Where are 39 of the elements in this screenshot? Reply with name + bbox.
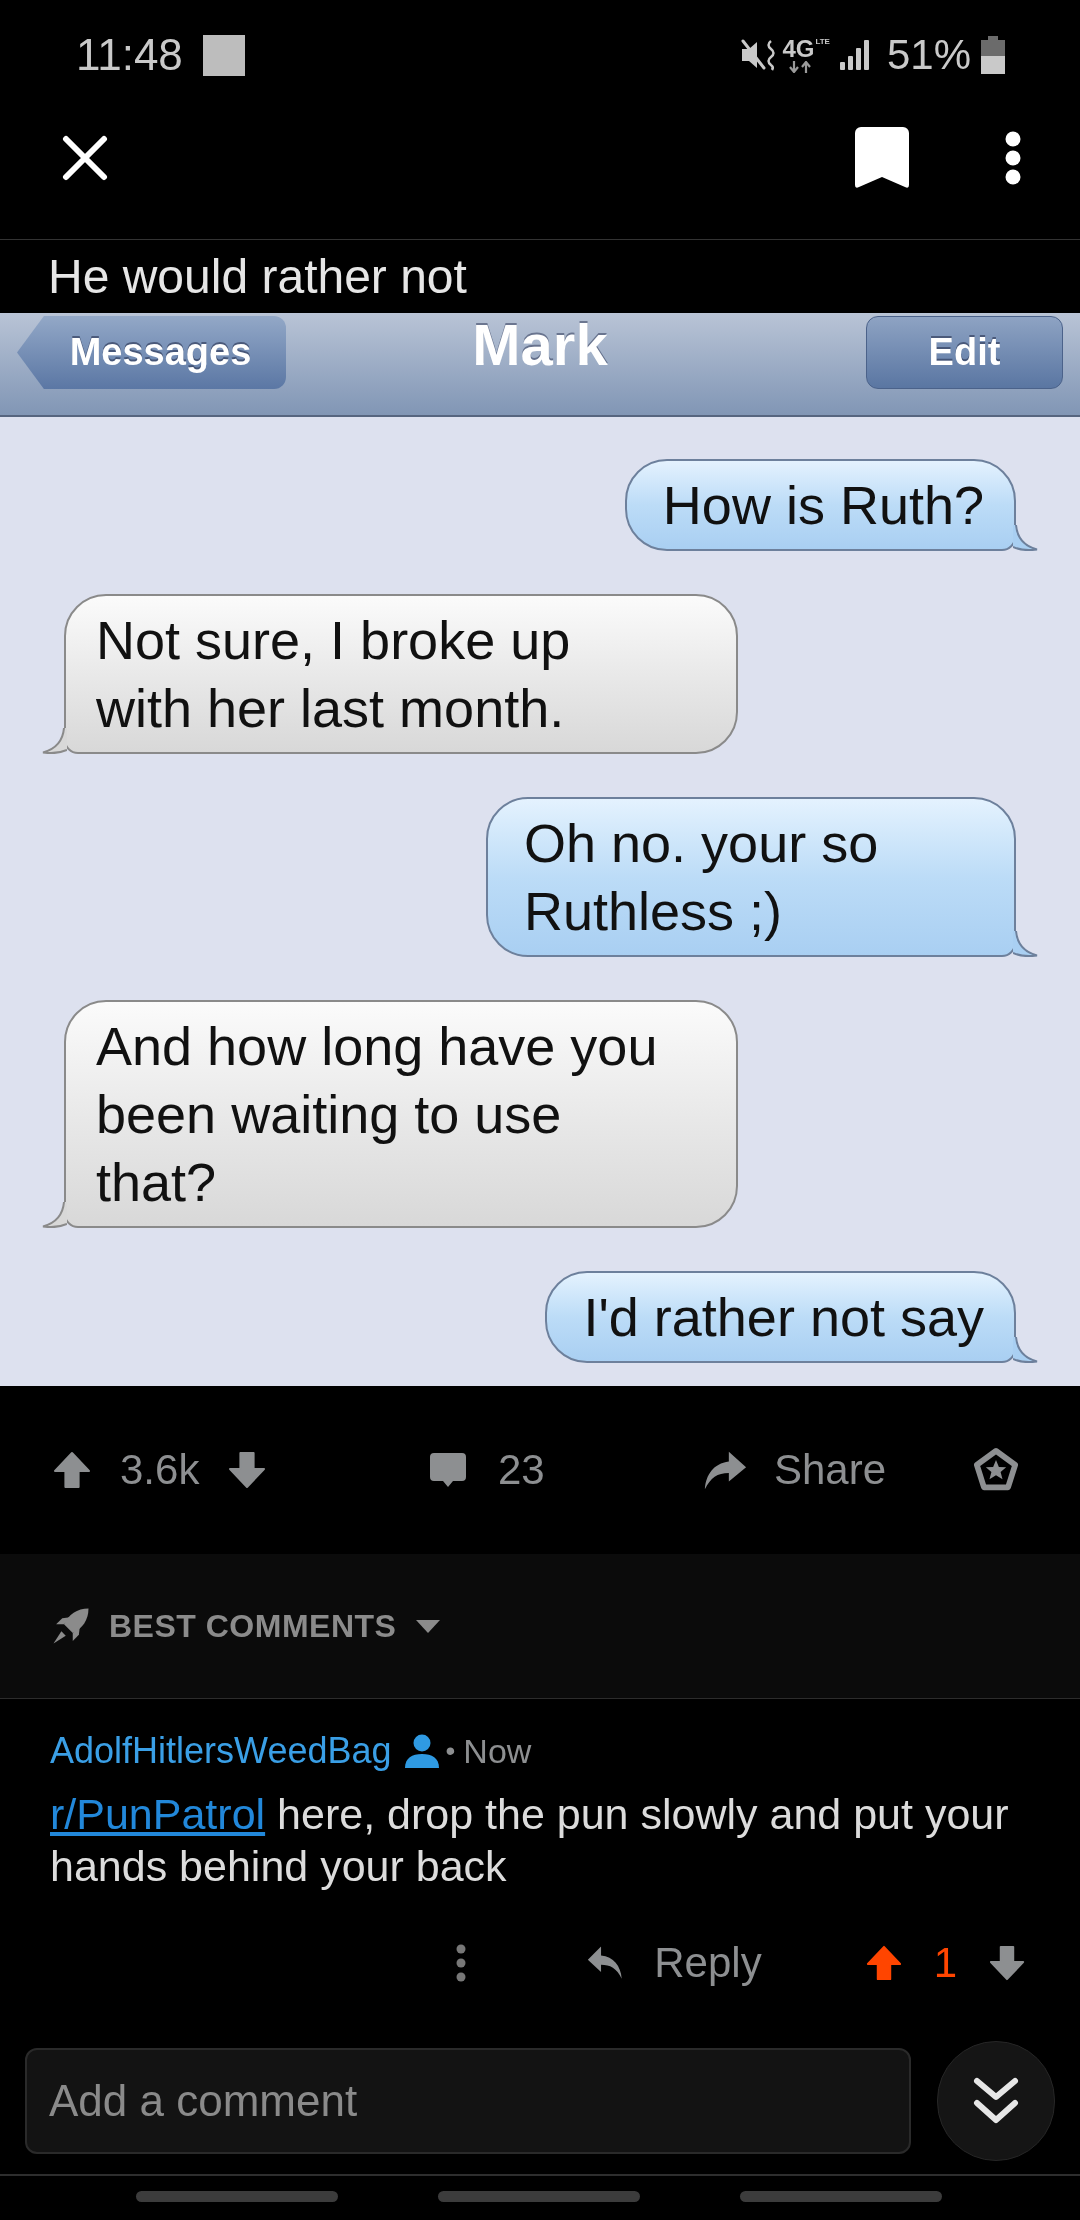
bullet-separator: • [445,1734,456,1768]
message-text: And how long have you been waiting to use that? [96,1015,659,1214]
comment-time: Now [463,1731,532,1771]
contact-name: Mark [472,316,608,374]
bookmark-icon[interactable] [855,127,909,189]
comment-author[interactable]: AdolfHitlersWeedBag [50,1731,392,1771]
square-icon [202,34,245,76]
user-icon [403,1734,440,1768]
signal-icon [839,40,869,70]
comments-button[interactable]: 23 [428,1445,545,1495]
reply-button[interactable]: Reply [586,1938,762,1988]
message-text: Not sure, I broke up with her last month. [96,609,572,740]
award-icon[interactable] [973,1447,1019,1493]
caret-down-icon [416,1619,441,1633]
comment-input[interactable]: Add a comment [25,2048,911,2154]
edit-button[interactable]: Edit [866,316,1063,389]
battery-percent: 51% [886,30,971,80]
message-text: How is Ruth? [662,474,984,537]
share-button[interactable]: Share [702,1445,887,1495]
subreddit-link[interactable]: r/PunPatrol [50,1790,266,1838]
back-button[interactable]: Messages [17,316,286,389]
more-options-icon[interactable] [1005,131,1021,185]
upvote-button[interactable] [864,1943,903,1983]
downvote-button[interactable] [988,1943,1026,1983]
upvote-button[interactable] [52,1449,92,1491]
message-text: I'd rather not say [583,1286,984,1349]
sort-button[interactable]: BEST COMMENTS [50,1605,441,1647]
close-icon[interactable] [62,135,108,181]
network-detail: LTE [815,37,830,46]
comment-text: r/PunPatrol here, drop the pun slowly and put your hands behind your back [50,1789,1010,1892]
message-text: Oh no. your so Ruthless ;) [524,812,880,943]
status-time: 11:48 [76,30,183,80]
battery-icon [981,36,1005,74]
downvote-button[interactable] [227,1449,268,1491]
network-type: 4G [782,37,815,61]
vote-count: 1 [933,1938,957,1988]
post-title: He would rather not [48,248,467,305]
double-chevron-icon [973,2077,1019,2125]
vote-count: 3.6k [120,1445,200,1495]
